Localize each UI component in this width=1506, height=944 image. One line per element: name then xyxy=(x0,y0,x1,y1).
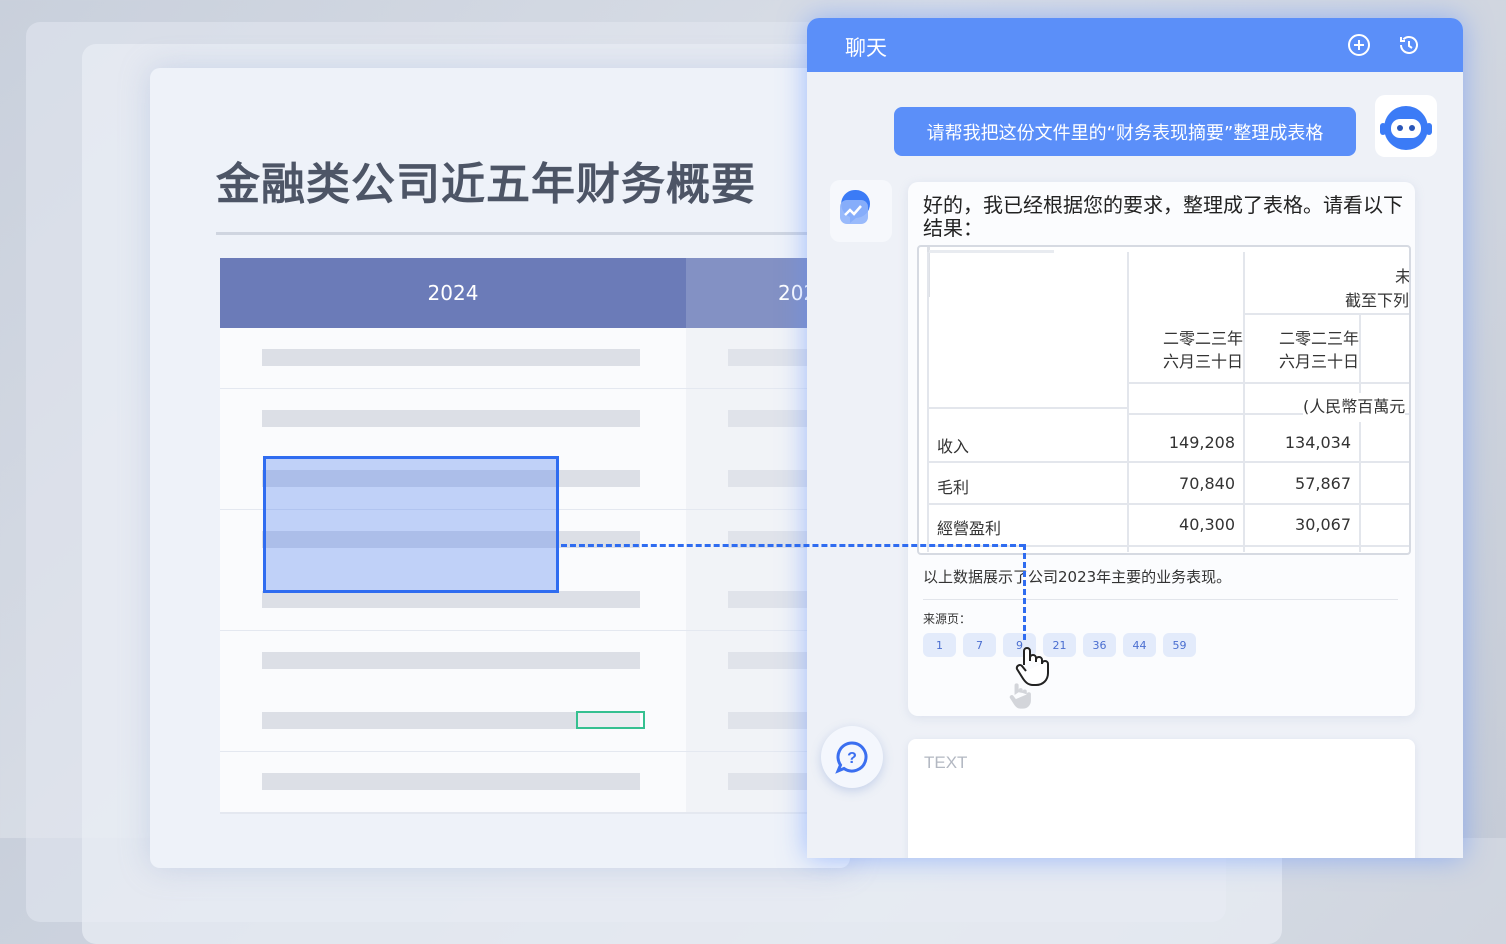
placeholder-text xyxy=(262,772,640,790)
grid-line xyxy=(1127,382,1409,384)
title-divider xyxy=(216,232,816,235)
svg-text:?: ? xyxy=(847,750,857,767)
chat-header: 聊天 xyxy=(807,18,1463,72)
row-label: 毛利 xyxy=(937,474,1117,498)
cell-value: 40,300 xyxy=(1129,515,1235,534)
unit-label: (人民幣百萬元 xyxy=(1303,393,1406,417)
summary-text: 以上数据展示了公司2023年主要的业务表现。 xyxy=(923,568,1232,586)
cell-value: 57,867 xyxy=(1245,474,1351,493)
placeholder-text xyxy=(262,349,640,366)
history-icon[interactable] xyxy=(1397,33,1421,57)
source-page-chip[interactable]: 7 xyxy=(963,633,996,657)
source-page-chip[interactable]: 44 xyxy=(1123,633,1156,657)
grid-line xyxy=(1359,422,1361,552)
message-input-box[interactable] xyxy=(908,739,1415,858)
table-header-top: 未 xyxy=(1395,263,1409,287)
source-page-chip[interactable]: 59 xyxy=(1163,633,1196,657)
source-page-chip[interactable]: 1 xyxy=(923,633,956,657)
table-header-sub: 截至下列 xyxy=(1345,287,1409,311)
grid-line xyxy=(927,252,929,552)
assistant-avatar xyxy=(830,180,892,242)
selection-box[interactable] xyxy=(263,456,559,593)
source-label: 来源页： xyxy=(923,612,972,626)
scroll-thumb xyxy=(929,250,1054,253)
user-message: 请帮我把这份文件里的“财务表现摘要”整理成表格 xyxy=(894,107,1356,156)
table-row xyxy=(220,328,686,390)
column-header: 2024 xyxy=(220,258,686,328)
cell-value: 149,208 xyxy=(1129,433,1235,452)
financial-table: 未 截至下列 二零二三年 六月三十日 二零二三年 六月三十日 (人民幣百萬元 收… xyxy=(917,245,1411,555)
highlight-cell xyxy=(576,711,645,729)
hand-cursor-shadow-icon xyxy=(1009,683,1031,709)
row-label: 經營盈利 xyxy=(937,515,1117,539)
new-chat-icon[interactable] xyxy=(1347,33,1371,57)
date-column-header: 二零二三年 六月三十日 xyxy=(1163,327,1244,373)
table-row xyxy=(220,630,686,693)
table-row xyxy=(220,388,686,451)
link-line xyxy=(561,544,1025,547)
link-line xyxy=(1023,544,1026,640)
cell-value: 30,067 xyxy=(1245,515,1351,534)
chat-panel: 聊天 请帮我把这份文件里的“财务表现摘要”整理成表格 好的，我已经根据您的要求，… xyxy=(807,18,1463,858)
cell-value: 70,840 xyxy=(1129,474,1235,493)
placeholder-text xyxy=(262,651,640,669)
robot-icon xyxy=(1380,106,1432,150)
document-title: 金融类公司近五年财务概要 xyxy=(216,159,756,210)
grid-line xyxy=(1245,313,1409,315)
help-icon: ? xyxy=(835,741,868,774)
grid-line xyxy=(1243,252,1245,552)
source-page-chip[interactable]: 36 xyxy=(1083,633,1116,657)
table-row xyxy=(220,751,686,814)
bot-reply-text: 好的，我已经根据您的要求，整理成了表格。请看以下结果： xyxy=(923,193,1403,240)
cell-value: 134,034 xyxy=(1245,433,1351,452)
message-input[interactable] xyxy=(922,751,1396,835)
grid-line xyxy=(1359,315,1361,405)
placeholder-text xyxy=(262,409,640,427)
grid-line xyxy=(927,503,1409,505)
row-label: 收入 xyxy=(937,433,1117,457)
chat-bubble-icon xyxy=(840,189,870,224)
bot-avatar xyxy=(1375,95,1437,157)
help-button[interactable]: ? xyxy=(821,726,883,788)
grid-line xyxy=(927,461,1409,463)
chat-title: 聊天 xyxy=(845,36,887,60)
placeholder-text xyxy=(262,591,640,608)
grid-line xyxy=(1127,252,1129,552)
grid-line xyxy=(927,407,1127,409)
assistant-message: 好的，我已经根据您的要求，整理成了表格。请看以下结果： 未 截至下列 二零二三年… xyxy=(908,182,1415,716)
date-column-header: 二零二三年 六月三十日 xyxy=(1279,327,1360,373)
divider xyxy=(923,599,1398,600)
